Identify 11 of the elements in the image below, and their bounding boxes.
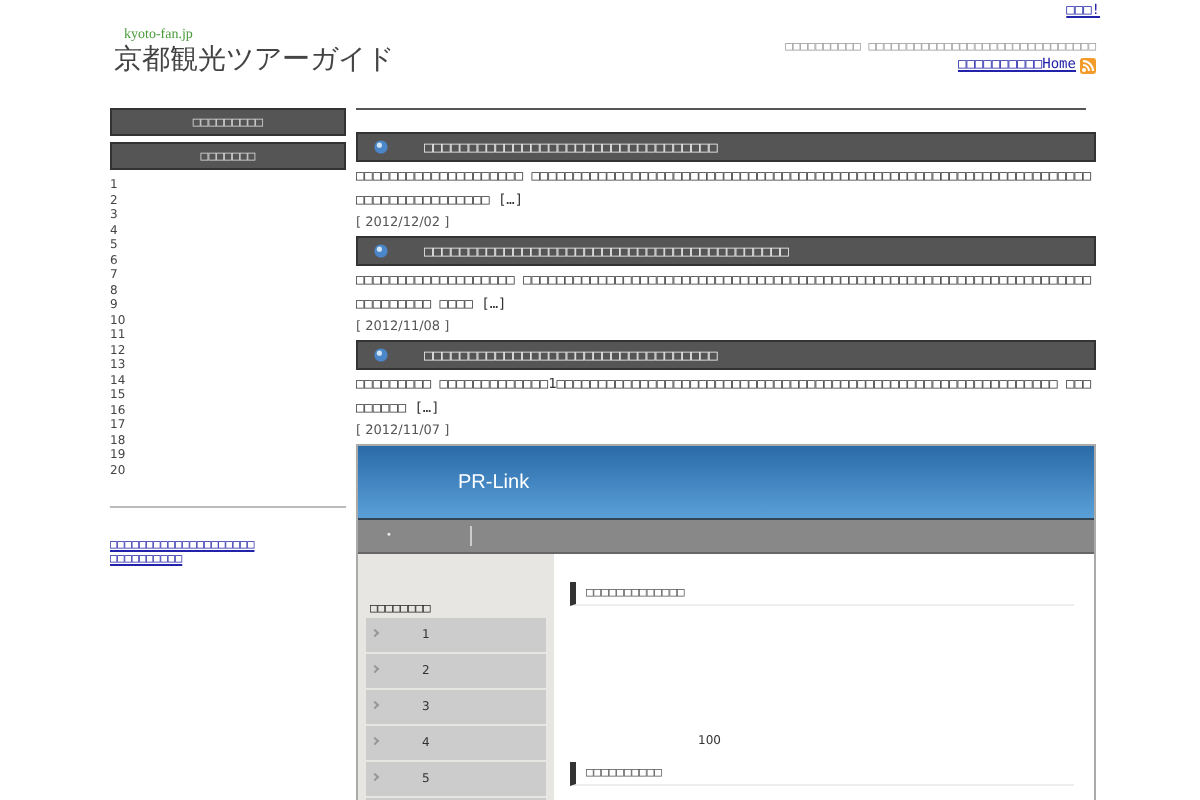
chevron-icon bbox=[370, 629, 380, 638]
globe-icon bbox=[374, 140, 388, 154]
chevron-icon bbox=[370, 773, 380, 782]
rss-icon[interactable] bbox=[1080, 57, 1096, 73]
chevron-icon bbox=[370, 701, 380, 710]
globe-icon bbox=[374, 244, 388, 258]
chevron-icon bbox=[370, 737, 380, 746]
chevron-icon bbox=[370, 665, 380, 674]
embed-title: PR-Link bbox=[458, 471, 530, 493]
site-title[interactable]: 京都観光ツアーガイド bbox=[114, 42, 394, 78]
globe-icon bbox=[374, 348, 388, 362]
